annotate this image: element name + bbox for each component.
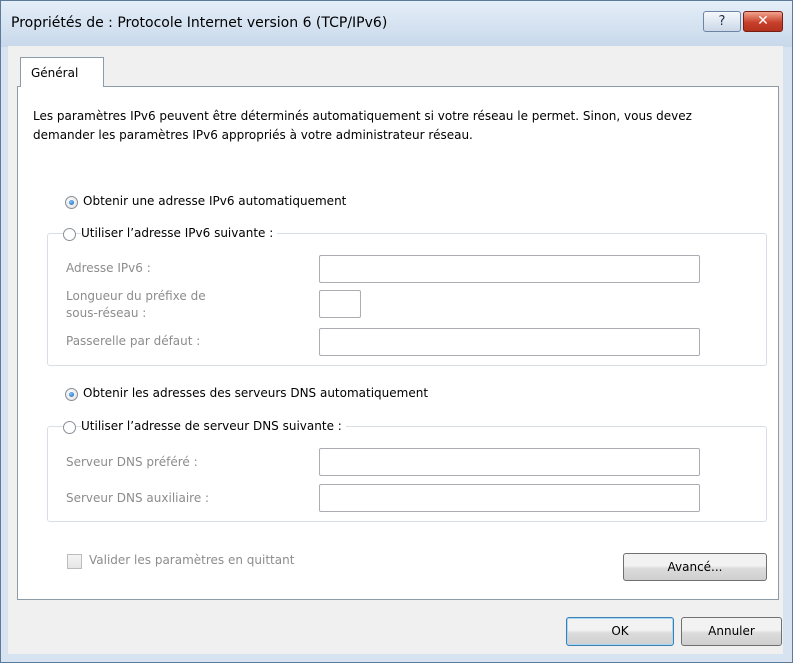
radio-dns-auto-label[interactable]: Obtenir les adresses des serveurs DNS au… xyxy=(83,386,428,400)
close-icon: ✕ xyxy=(757,13,769,29)
advanced-button[interactable]: Avancé... xyxy=(623,553,767,581)
cancel-button-label: Annuler xyxy=(708,624,755,638)
ipv6-address-field[interactable] xyxy=(319,255,700,283)
help-icon: ? xyxy=(718,14,726,29)
ok-button-label: OK xyxy=(611,624,629,638)
radio-dns-manual[interactable] xyxy=(63,421,76,434)
default-gateway-label: Passerelle par défaut : xyxy=(66,334,201,348)
radio-dns-auto[interactable] xyxy=(65,388,78,401)
radio-ipv6-auto[interactable] xyxy=(65,196,78,209)
title-bar[interactable]: Propriétés de : Protocole Internet versi… xyxy=(1,1,792,47)
help-button[interactable]: ? xyxy=(703,11,741,32)
prefix-length-label-line2: sous-réseau : xyxy=(66,306,147,320)
radio-ipv6-manual[interactable] xyxy=(63,228,76,241)
default-gateway-field[interactable] xyxy=(319,328,700,356)
advanced-button-label: Avancé... xyxy=(667,560,723,574)
ok-button[interactable]: OK xyxy=(566,617,674,646)
preferred-dns-label: Serveur DNS préféré : xyxy=(66,455,198,469)
prefix-length-label-line1: Longueur du préfixe de xyxy=(66,289,206,303)
tab-general[interactable]: Général xyxy=(20,57,104,87)
intro-text: Les paramètres IPv6 peuvent être détermi… xyxy=(33,109,692,142)
validate-checkbox-label[interactable]: Valider les paramètres en quittant xyxy=(89,553,294,567)
preferred-dns-field[interactable] xyxy=(319,448,700,476)
radio-dns-manual-label[interactable]: Utiliser l’adresse de serveur DNS suivan… xyxy=(81,419,346,433)
alternate-dns-label: Serveur DNS auxiliaire : xyxy=(66,491,210,505)
radio-ipv6-auto-label[interactable]: Obtenir une adresse IPv6 automatiquement xyxy=(83,194,346,208)
cancel-button[interactable]: Annuler xyxy=(681,617,782,646)
prefix-length-field[interactable] xyxy=(319,290,361,318)
radio-ipv6-manual-label[interactable]: Utiliser l’adresse IPv6 suivante : xyxy=(81,226,278,240)
window-title: Propriétés de : Protocole Internet versi… xyxy=(11,15,388,31)
validate-checkbox[interactable] xyxy=(67,554,82,569)
ipv6-address-label: Adresse IPv6 : xyxy=(66,261,151,275)
close-button[interactable]: ✕ xyxy=(743,11,783,32)
tab-general-label: Général xyxy=(31,66,79,80)
alternate-dns-field[interactable] xyxy=(319,484,700,512)
